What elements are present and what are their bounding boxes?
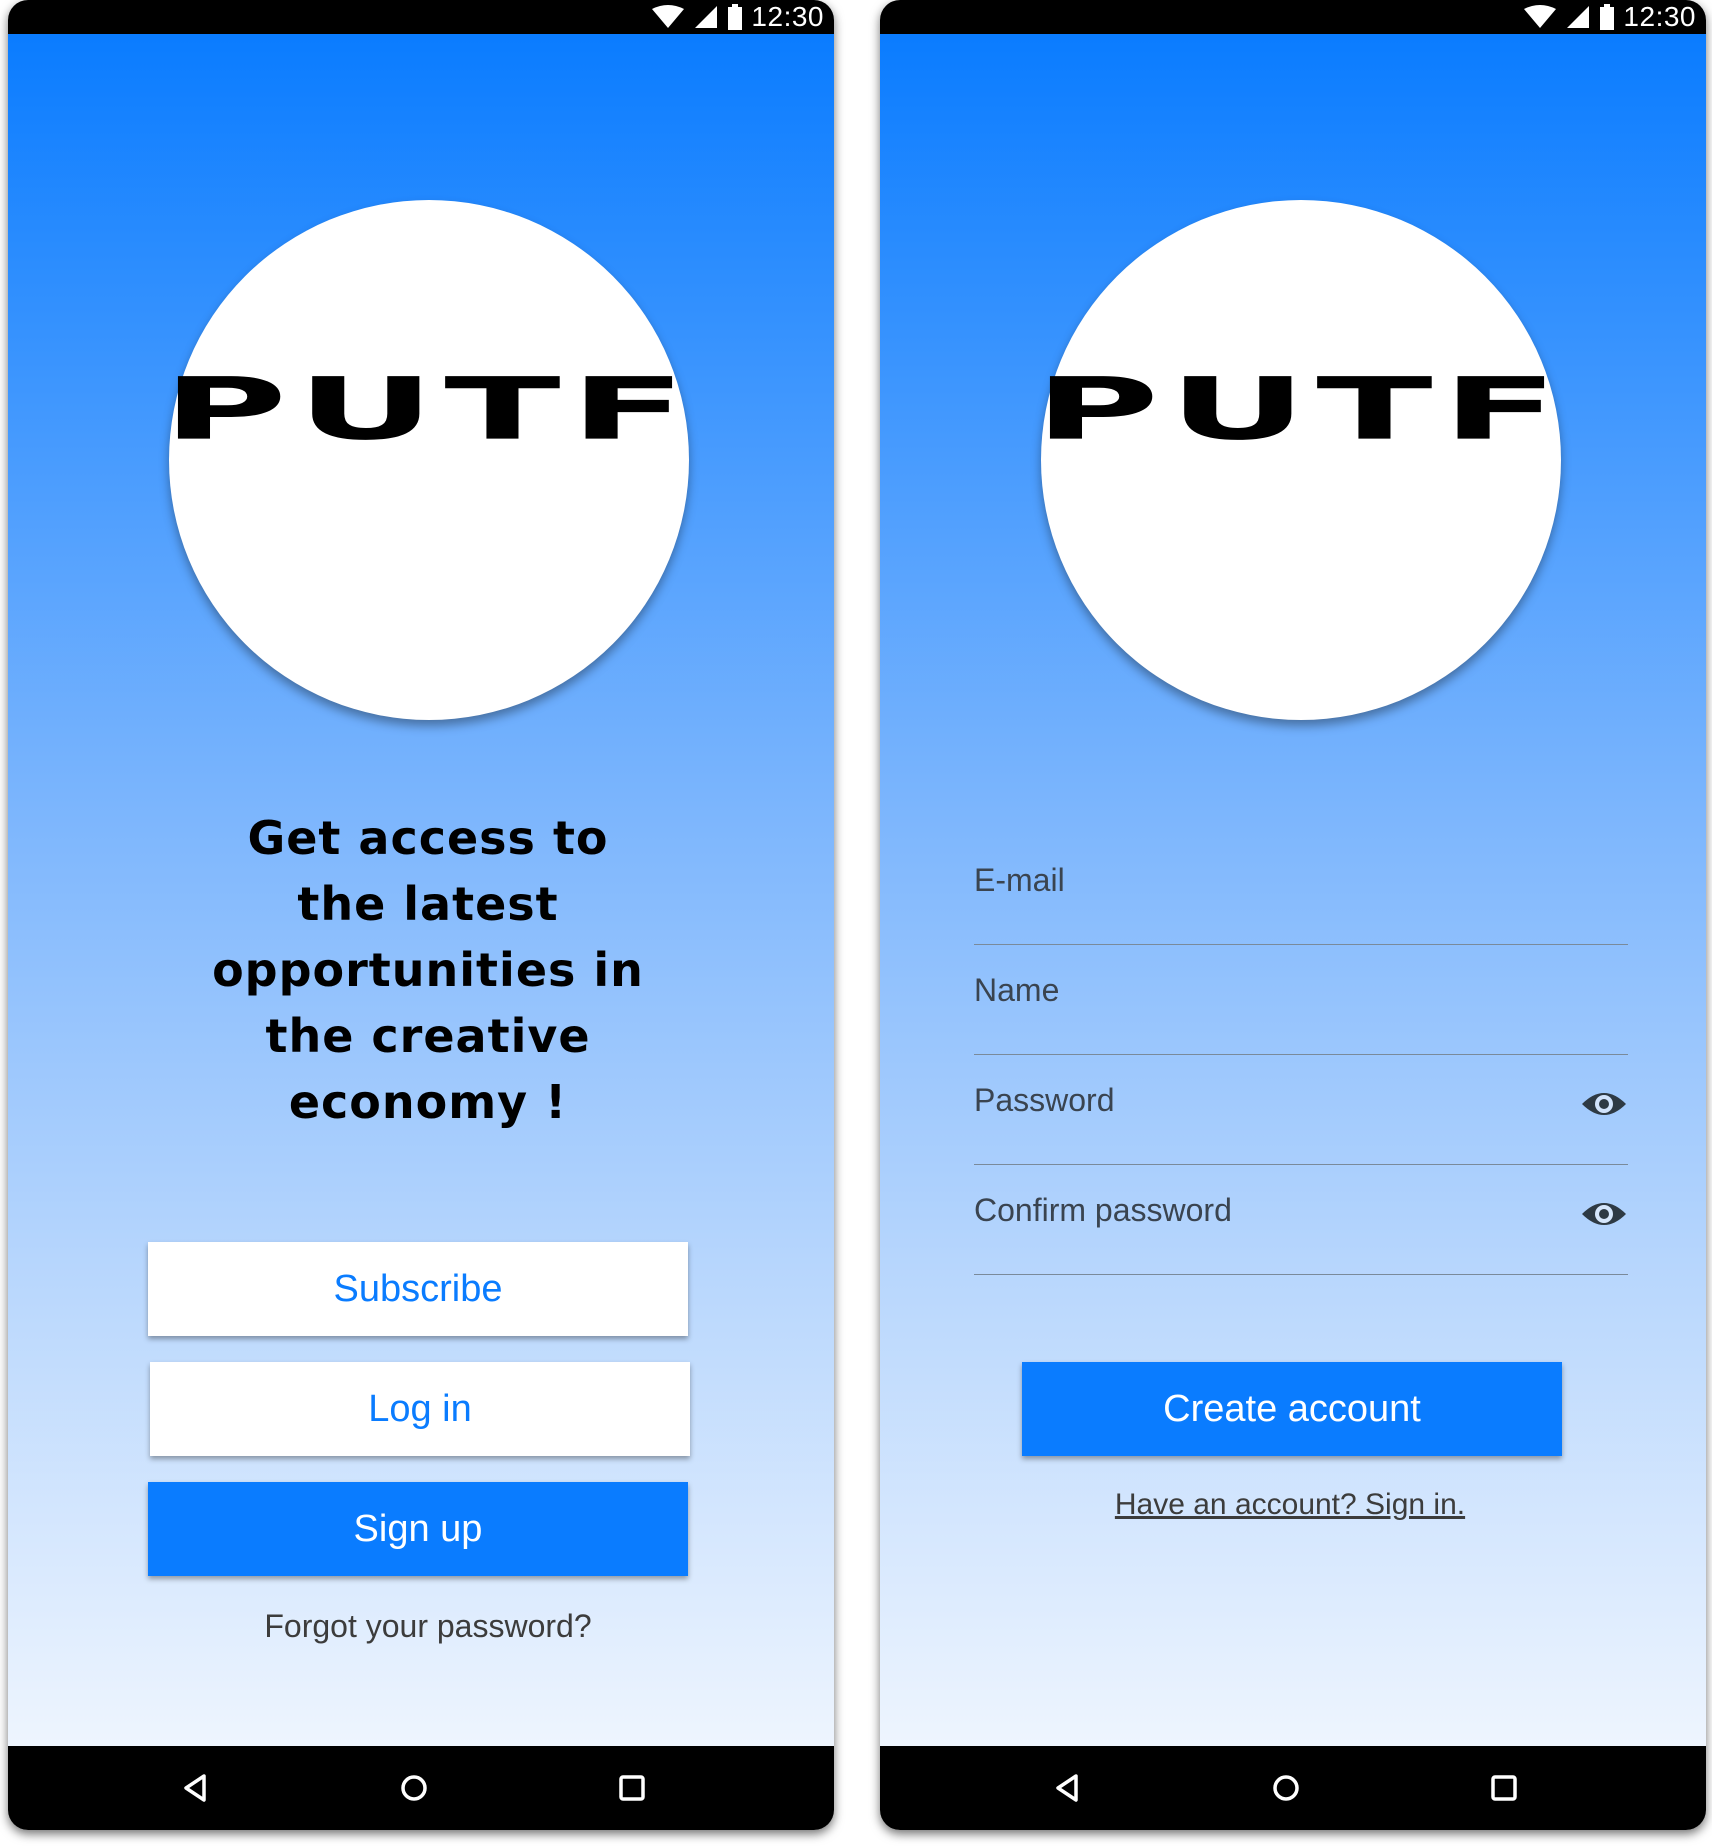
wifi-icon bbox=[1524, 5, 1557, 28]
headline-line: the creative bbox=[265, 1009, 591, 1063]
forgot-password-link[interactable]: Forgot your password? bbox=[108, 1608, 748, 1645]
nav-bar bbox=[8, 1746, 834, 1830]
login-button[interactable]: Log in bbox=[150, 1362, 690, 1456]
logo: PUTF bbox=[162, 200, 689, 720]
password-placeholder: Password bbox=[974, 1082, 1115, 1118]
back-icon[interactable] bbox=[1052, 1772, 1084, 1804]
confirm-password-field[interactable]: Confirm password bbox=[974, 1164, 1628, 1275]
eye-icon[interactable] bbox=[1580, 1088, 1628, 1120]
back-icon[interactable] bbox=[180, 1772, 212, 1804]
email-field[interactable]: E-mail bbox=[974, 834, 1628, 945]
home-icon[interactable] bbox=[1270, 1772, 1302, 1804]
logo-text: PUTF bbox=[1034, 359, 1568, 459]
headline-line: the latest bbox=[297, 877, 559, 931]
welcome-screen: 12:30 PUTF Get access to the latest oppo… bbox=[8, 0, 834, 1830]
subscribe-button[interactable]: Subscribe bbox=[148, 1242, 688, 1336]
battery-icon bbox=[1600, 4, 1615, 30]
password-field[interactable]: Password bbox=[974, 1054, 1628, 1165]
home-icon[interactable] bbox=[398, 1772, 430, 1804]
nav-bar bbox=[880, 1746, 1706, 1830]
name-field[interactable]: Name bbox=[974, 944, 1628, 1055]
headline-line: economy ! bbox=[288, 1075, 568, 1129]
logo-text: PUTF bbox=[162, 359, 696, 459]
eye-icon[interactable] bbox=[1580, 1198, 1628, 1230]
signup-screen: 12:30 PUTF E-mail Name Password Confirm … bbox=[880, 0, 1706, 1830]
name-placeholder: Name bbox=[974, 972, 1060, 1008]
battery-icon bbox=[728, 4, 743, 30]
status-bar: 12:30 bbox=[880, 0, 1706, 34]
headline-line: Get access to bbox=[247, 811, 609, 865]
status-time: 12:30 bbox=[751, 1, 824, 32]
status-bar: 12:30 bbox=[8, 0, 834, 34]
recents-icon[interactable] bbox=[1488, 1772, 1520, 1804]
headline: Get access to the latest opportunities i… bbox=[148, 805, 708, 1135]
create-account-button[interactable]: Create account bbox=[1022, 1362, 1562, 1456]
wifi-icon bbox=[652, 5, 685, 28]
status-time: 12:30 bbox=[1623, 1, 1696, 32]
logo: PUTF bbox=[1034, 200, 1561, 720]
sign-in-link[interactable]: Have an account? Sign in. bbox=[980, 1488, 1600, 1522]
recents-icon[interactable] bbox=[616, 1772, 648, 1804]
headline-line: opportunities in bbox=[212, 943, 644, 997]
confirm-password-placeholder: Confirm password bbox=[974, 1192, 1232, 1228]
signup-button[interactable]: Sign up bbox=[148, 1482, 688, 1576]
email-placeholder: E-mail bbox=[974, 862, 1065, 898]
signal-icon bbox=[1567, 6, 1590, 28]
signal-icon bbox=[695, 6, 718, 28]
